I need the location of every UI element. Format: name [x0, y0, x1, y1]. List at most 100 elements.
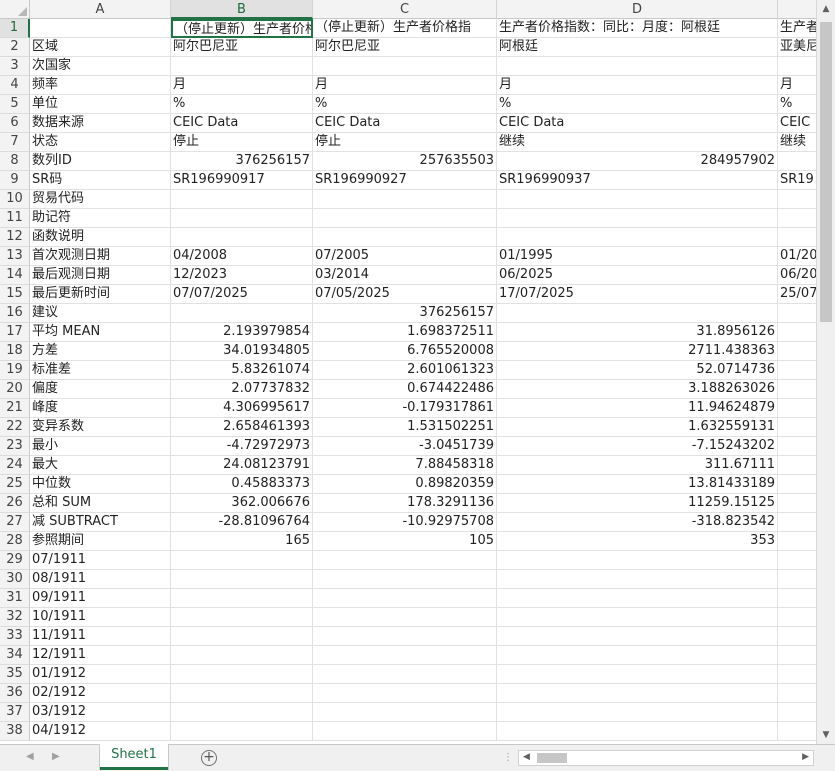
- cell[interactable]: [497, 570, 778, 589]
- row-header[interactable]: 17: [0, 323, 30, 342]
- cell[interactable]: 数据来源: [30, 114, 171, 133]
- cell[interactable]: 变异系数: [30, 418, 171, 437]
- cell[interactable]: -318.823542: [497, 513, 778, 532]
- cell[interactable]: [171, 589, 313, 608]
- cell[interactable]: 11259.15125: [497, 494, 778, 513]
- cell[interactable]: 09/1911: [30, 589, 171, 608]
- cell[interactable]: [778, 513, 818, 532]
- cell[interactable]: [497, 57, 778, 76]
- cell[interactable]: [313, 684, 497, 703]
- cell[interactable]: 最后更新时间: [30, 285, 171, 304]
- scroll-right-arrow-icon[interactable]: ▶: [802, 752, 809, 762]
- cell[interactable]: 105: [313, 532, 497, 551]
- cell[interactable]: 11.94624879: [497, 399, 778, 418]
- cell[interactable]: 17/07/2025: [497, 285, 778, 304]
- cell[interactable]: [778, 399, 818, 418]
- row-header[interactable]: 20: [0, 380, 30, 399]
- cell[interactable]: 继续: [778, 133, 818, 152]
- cell[interactable]: SR196990937: [497, 171, 778, 190]
- horizontal-scrollbar[interactable]: ◀ ▶: [518, 750, 814, 766]
- cell[interactable]: [313, 190, 497, 209]
- cell[interactable]: 34.01934805: [171, 342, 313, 361]
- cell[interactable]: CEIC Data: [171, 114, 313, 133]
- cell[interactable]: [313, 570, 497, 589]
- cell[interactable]: [778, 323, 818, 342]
- row-header[interactable]: 4: [0, 76, 30, 95]
- cell[interactable]: 1.531502251: [313, 418, 497, 437]
- cell[interactable]: [778, 190, 818, 209]
- cell[interactable]: [171, 228, 313, 247]
- cell[interactable]: [313, 551, 497, 570]
- cell[interactable]: 亚美尼: [778, 38, 818, 57]
- cell[interactable]: [778, 152, 818, 171]
- cell[interactable]: 月: [778, 76, 818, 95]
- row-header[interactable]: 12: [0, 228, 30, 247]
- cell[interactable]: 5.83261074: [171, 361, 313, 380]
- cell[interactable]: -3.0451739: [313, 437, 497, 456]
- cell[interactable]: 0.45883373: [171, 475, 313, 494]
- cell[interactable]: 方差: [30, 342, 171, 361]
- row-header[interactable]: 3: [0, 57, 30, 76]
- sheet-tab-sheet1[interactable]: Sheet1: [100, 744, 168, 770]
- cell[interactable]: [778, 418, 818, 437]
- cell[interactable]: 06/2025: [497, 266, 778, 285]
- cell[interactable]: [30, 19, 171, 38]
- row-header[interactable]: 11: [0, 209, 30, 228]
- cell[interactable]: 7.88458318: [313, 456, 497, 475]
- cell[interactable]: [778, 608, 818, 627]
- cell[interactable]: 25/07: [778, 285, 818, 304]
- cell[interactable]: [497, 665, 778, 684]
- row-header[interactable]: 29: [0, 551, 30, 570]
- cell[interactable]: 偏度: [30, 380, 171, 399]
- cell[interactable]: 376256157: [171, 152, 313, 171]
- cell[interactable]: -10.92975708: [313, 513, 497, 532]
- row-header[interactable]: 28: [0, 532, 30, 551]
- cell[interactable]: 月: [497, 76, 778, 95]
- select-all-corner[interactable]: [0, 0, 30, 19]
- cell[interactable]: [778, 551, 818, 570]
- cell[interactable]: [778, 494, 818, 513]
- cell[interactable]: %: [171, 95, 313, 114]
- scroll-up-arrow-icon[interactable]: ▲: [820, 2, 832, 16]
- row-header[interactable]: 10: [0, 190, 30, 209]
- cell[interactable]: [171, 209, 313, 228]
- row-header[interactable]: 6: [0, 114, 30, 133]
- cell[interactable]: 助记符: [30, 209, 171, 228]
- cell[interactable]: 月: [313, 76, 497, 95]
- cell[interactable]: [171, 646, 313, 665]
- cell[interactable]: 最小: [30, 437, 171, 456]
- add-sheet-icon[interactable]: +: [201, 750, 217, 766]
- cell[interactable]: CEIC: [778, 114, 818, 133]
- cell[interactable]: [497, 304, 778, 323]
- cell[interactable]: 4.306995617: [171, 399, 313, 418]
- cell[interactable]: [171, 57, 313, 76]
- cell[interactable]: 52.0714736: [497, 361, 778, 380]
- next-sheet-arrow-icon[interactable]: ▶: [52, 751, 60, 762]
- cell[interactable]: 停止: [313, 133, 497, 152]
- cell[interactable]: %: [778, 95, 818, 114]
- cell[interactable]: [778, 665, 818, 684]
- vertical-scroll-thumb[interactable]: [820, 22, 832, 322]
- cell[interactable]: [778, 722, 818, 741]
- cell[interactable]: [497, 703, 778, 722]
- cell[interactable]: 平均 MEAN: [30, 323, 171, 342]
- vertical-scrollbar[interactable]: ▲ ▼: [816, 0, 835, 744]
- cell[interactable]: 阿尔巴尼亚: [313, 38, 497, 57]
- cell[interactable]: [497, 589, 778, 608]
- cell[interactable]: SR196990927: [313, 171, 497, 190]
- cell[interactable]: [497, 684, 778, 703]
- scroll-down-arrow-icon[interactable]: ▼: [820, 728, 832, 742]
- cell[interactable]: [778, 380, 818, 399]
- cell[interactable]: 07/2005: [313, 247, 497, 266]
- column-header-c[interactable]: C: [313, 0, 497, 19]
- row-header[interactable]: 21: [0, 399, 30, 418]
- cell[interactable]: [497, 646, 778, 665]
- cell[interactable]: [171, 627, 313, 646]
- cell[interactable]: 1.632559131: [497, 418, 778, 437]
- row-header[interactable]: 18: [0, 342, 30, 361]
- cell[interactable]: 04/1912: [30, 722, 171, 741]
- cell[interactable]: 状态: [30, 133, 171, 152]
- cell[interactable]: 次国家: [30, 57, 171, 76]
- prev-sheet-arrow-icon[interactable]: ◀: [26, 751, 34, 762]
- cell[interactable]: 362.006676: [171, 494, 313, 513]
